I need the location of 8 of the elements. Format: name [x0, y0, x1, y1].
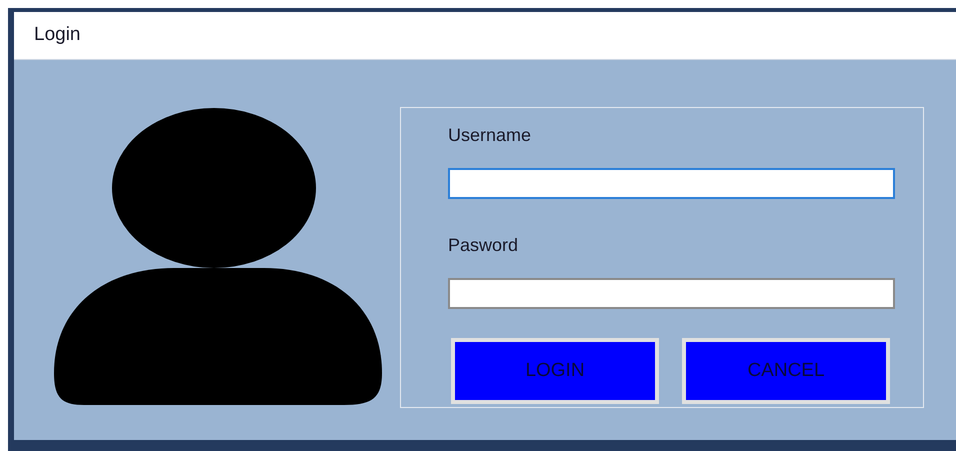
dialog-button[interactable]: LOGIN	[451, 338, 659, 404]
window-title: Login	[34, 23, 80, 48]
field-label: Username	[448, 124, 532, 147]
user-silhouette-icon	[54, 108, 384, 408]
input-field[interactable]	[448, 168, 895, 199]
dialog-button[interactable]: CANCEL	[682, 338, 890, 404]
field-label: Pasword	[448, 234, 520, 257]
input-field[interactable]	[448, 278, 895, 309]
